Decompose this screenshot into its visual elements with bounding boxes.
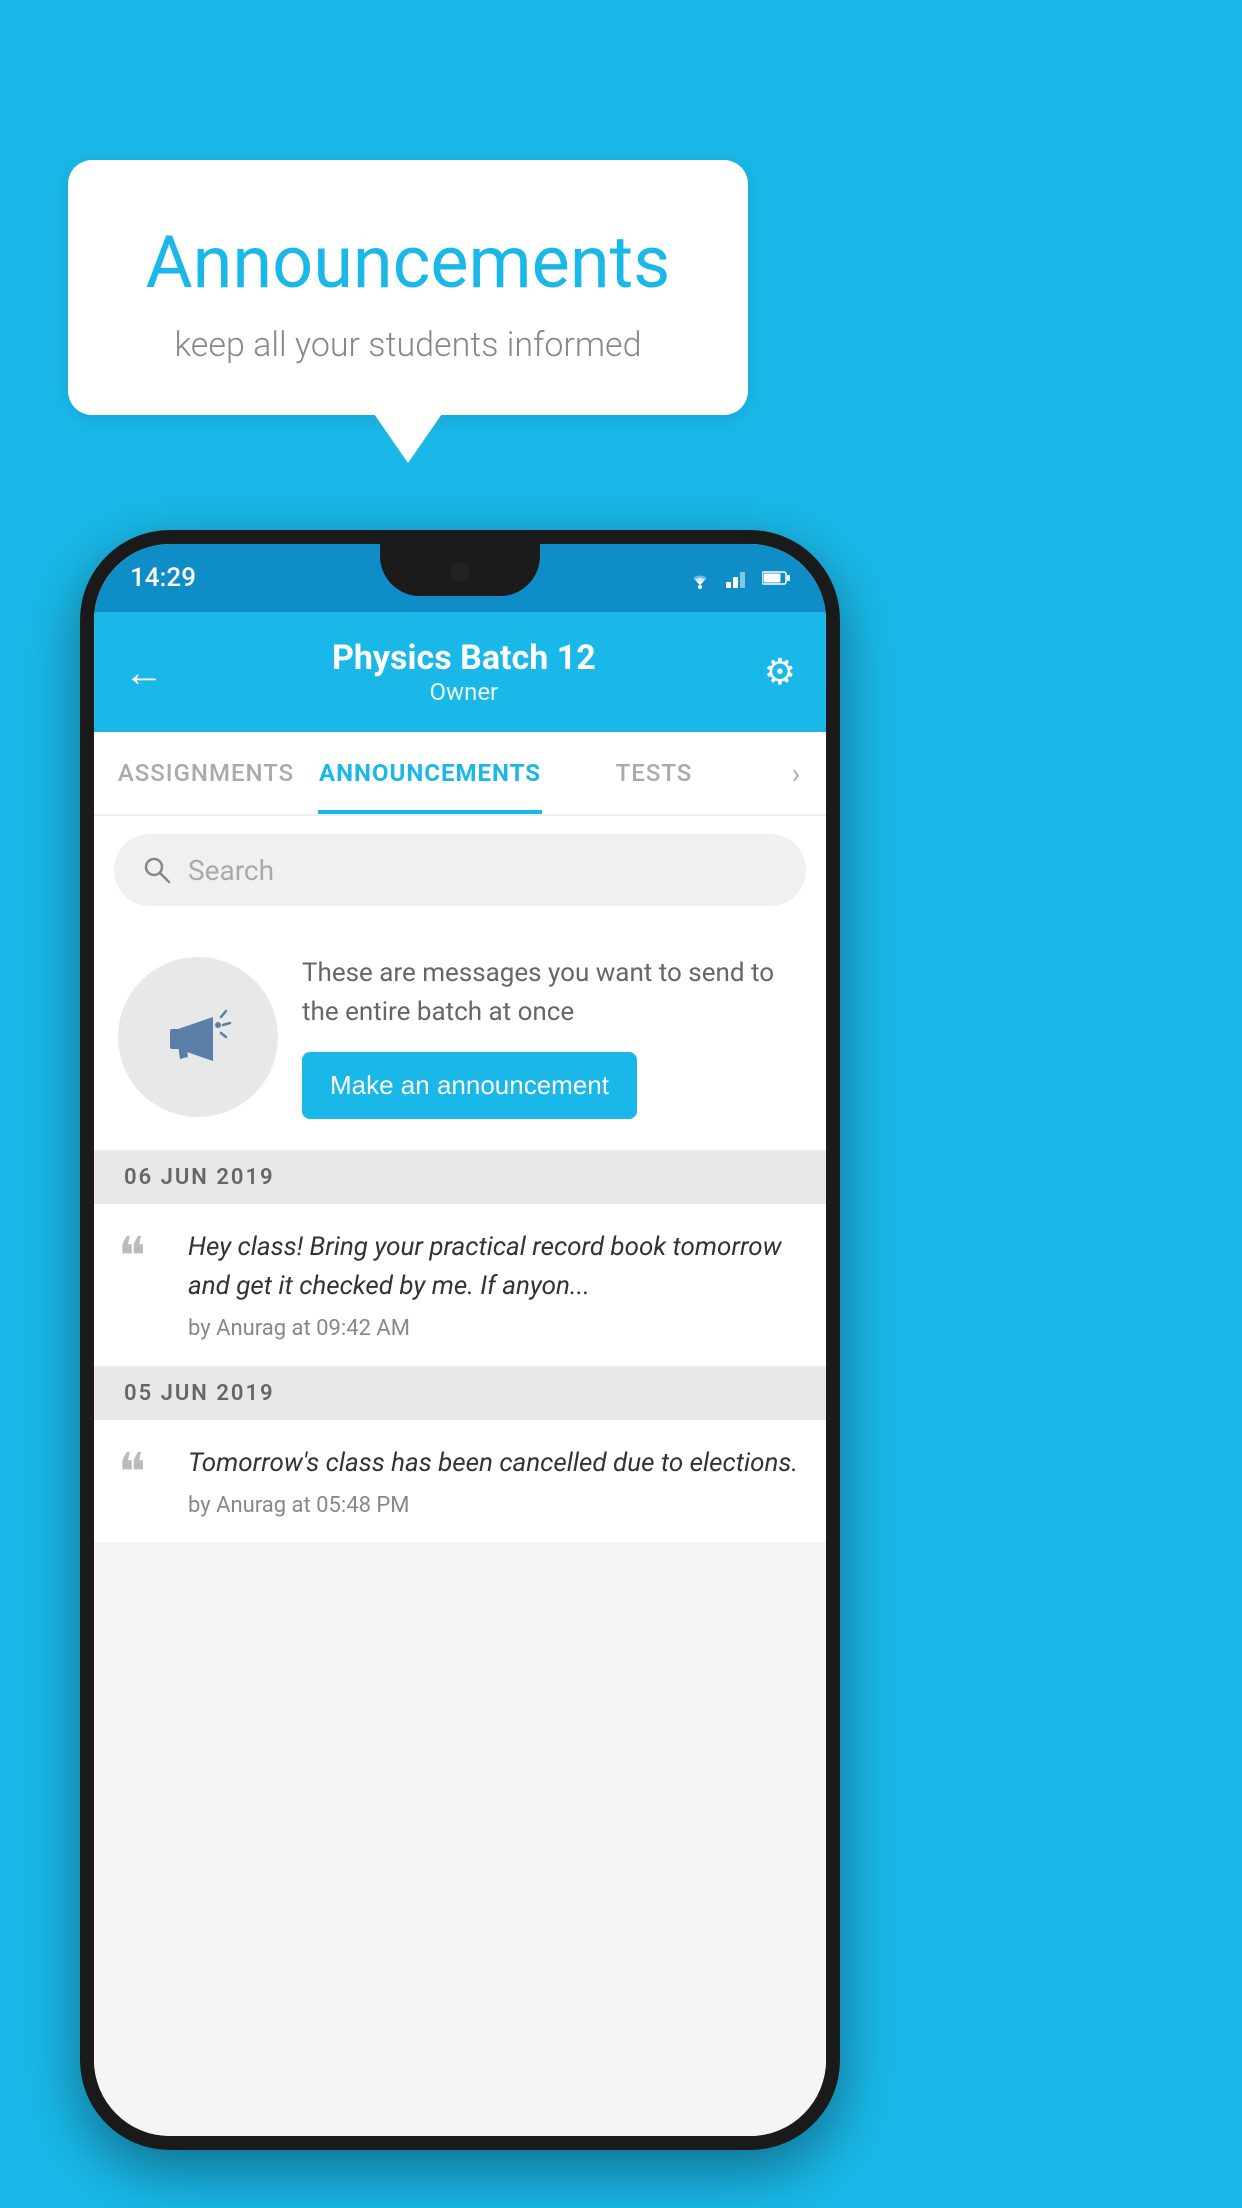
quote-icon-2: ❝ xyxy=(118,1448,168,1500)
announcement-content-1: Hey class! Bring your practical record b… xyxy=(188,1228,802,1341)
battery-icon xyxy=(762,570,790,586)
speech-bubble-wrapper: Announcements keep all your students inf… xyxy=(68,160,748,415)
status-icons xyxy=(686,567,790,589)
content-area: Search xyxy=(94,816,826,2136)
camera-dot xyxy=(450,562,470,582)
announcement-item-2: ❝ Tomorrow's class has been cancelled du… xyxy=(94,1420,826,1542)
gear-button[interactable]: ⚙ xyxy=(764,651,796,693)
date-separator-1: 06 JUN 2019 xyxy=(94,1151,826,1204)
back-button[interactable]: ← xyxy=(124,649,164,696)
promo-description: These are messages you want to send to t… xyxy=(302,954,802,1032)
app-bar: ← Physics Batch 12 Owner ⚙ xyxy=(94,612,826,732)
status-time: 14:29 xyxy=(130,563,196,593)
phone-wrapper: 14:29 xyxy=(80,530,840,2150)
announcement-promo: These are messages you want to send to t… xyxy=(94,924,826,1149)
phone-inner: 14:29 xyxy=(94,544,826,2136)
tab-assignments[interactable]: ASSIGNMENTS xyxy=(94,732,318,814)
search-placeholder: Search xyxy=(188,854,274,887)
make-announcement-button[interactable]: Make an announcement xyxy=(302,1052,637,1119)
date-separator-2: 05 JUN 2019 xyxy=(94,1367,826,1420)
tab-tests[interactable]: TESTS xyxy=(542,732,766,814)
speech-bubble-title: Announcements xyxy=(108,220,708,305)
status-bar: 14:29 xyxy=(94,544,826,612)
app-bar-subtitle: Owner xyxy=(332,678,596,706)
announcement-meta-2: by Anurag at 05:48 PM xyxy=(188,1493,802,1518)
promo-icon-circle xyxy=(118,957,278,1117)
announcement-text-2: Tomorrow's class has been cancelled due … xyxy=(188,1444,802,1483)
app-bar-center: Physics Batch 12 Owner xyxy=(332,638,596,706)
announcement-meta-1: by Anurag at 09:42 AM xyxy=(188,1316,802,1341)
phone-content: 14:29 xyxy=(94,544,826,2136)
search-bar-wrapper: Search xyxy=(94,816,826,924)
speech-bubble: Announcements keep all your students inf… xyxy=(68,160,748,415)
tab-more[interactable]: › xyxy=(766,732,826,814)
search-icon xyxy=(142,855,172,885)
announcement-item-1: ❝ Hey class! Bring your practical record… xyxy=(94,1204,826,1365)
tab-announcements[interactable]: ANNOUNCEMENTS xyxy=(318,732,542,814)
megaphone-icon xyxy=(158,997,238,1077)
phone-frame: 14:29 xyxy=(80,530,840,2150)
tabs-bar: ASSIGNMENTS ANNOUNCEMENTS TESTS › xyxy=(94,732,826,816)
notch xyxy=(380,544,540,596)
announcement-content-2: Tomorrow's class has been cancelled due … xyxy=(188,1444,802,1518)
search-bar[interactable]: Search xyxy=(114,834,806,906)
announcement-text-1: Hey class! Bring your practical record b… xyxy=(188,1228,802,1306)
wifi-icon xyxy=(686,567,714,589)
promo-right: These are messages you want to send to t… xyxy=(302,954,802,1119)
app-bar-title: Physics Batch 12 xyxy=(332,638,596,678)
speech-bubble-subtitle: keep all your students informed xyxy=(108,325,708,365)
signal-icon xyxy=(726,568,750,588)
quote-icon-1: ❝ xyxy=(118,1232,168,1284)
